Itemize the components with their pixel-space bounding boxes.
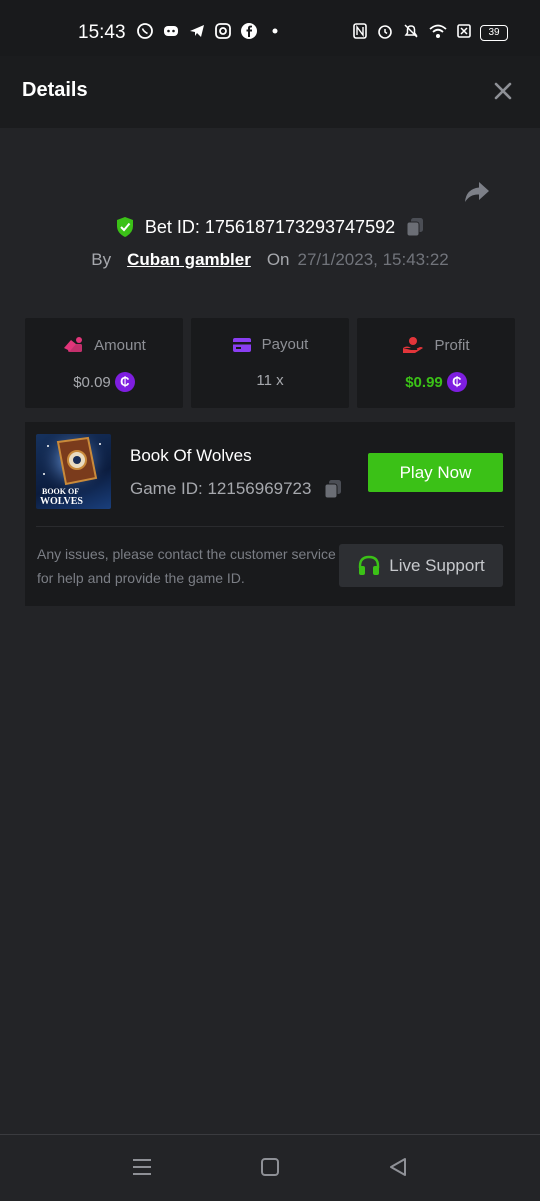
stat-value-profit: $0.99 <box>405 373 443 391</box>
dot-icon <box>266 22 284 40</box>
game-id-row: Game ID: 12156969723 <box>130 478 343 500</box>
nfc-icon <box>352 22 368 44</box>
status-time: 15:43 <box>78 22 126 43</box>
wifi-icon <box>428 22 448 44</box>
copy-bet-id-icon[interactable] <box>405 216 425 238</box>
game-id: Game ID: 12156969723 <box>130 479 312 498</box>
details-header: Details <box>0 56 540 128</box>
status-bar: 15:43 39 <box>0 0 540 56</box>
home-button[interactable] <box>258 1155 282 1179</box>
coin-icon: ₵ <box>114 372 135 392</box>
copy-game-id-icon[interactable] <box>323 478 343 500</box>
coin-icon: ₵ <box>446 372 467 392</box>
svg-text:WOLVES: WOLVES <box>40 496 83 507</box>
home-square-icon <box>261 1158 279 1176</box>
headset-icon <box>359 555 380 575</box>
share-button[interactable] <box>462 178 492 206</box>
system-nav-bar <box>0 1134 540 1201</box>
back-triangle-icon <box>390 1158 406 1176</box>
profit-icon <box>403 337 424 353</box>
close-icon <box>494 82 512 100</box>
bet-id: Bet ID: 1756187173293747592 <box>144 216 396 237</box>
bet-id-row: Bet ID: 1756187173293747592 <box>0 216 540 238</box>
back-button[interactable] <box>386 1155 410 1179</box>
stat-label-payout: Payout <box>261 336 309 353</box>
stat-value-payout: 11 x <box>256 372 284 389</box>
by-label: By <box>91 250 112 269</box>
recents-button[interactable] <box>130 1155 154 1179</box>
book-of-wolves-artwork: BOOK OF WOLVES <box>36 434 111 509</box>
status-app-icons <box>136 22 284 40</box>
stat-payout: Payout 11 x <box>191 318 349 408</box>
telegram-icon <box>188 22 206 40</box>
game-name: Book Of Wolves <box>130 446 252 465</box>
bet-author-row: By Cuban gambler On 27/1/2023, 15:43:22 <box>0 250 540 270</box>
battery-indicator: 39 <box>480 25 508 41</box>
bet-stats: Amount $0.09 ₵ Payout 11 x Profit $0.99 … <box>25 318 515 408</box>
user-link[interactable]: Cuban gambler <box>127 250 251 270</box>
verified-shield-icon <box>116 217 133 237</box>
amount-icon <box>64 337 83 352</box>
game-thumbnail[interactable]: BOOK OF WOLVES <box>36 434 111 509</box>
alarm-icon <box>376 22 394 44</box>
on-label: On <box>266 250 290 269</box>
stat-label-profit: Profit <box>434 336 470 354</box>
menu-lines-icon <box>133 1159 151 1175</box>
divider <box>36 526 504 527</box>
stat-label-amount: Amount <box>94 336 146 354</box>
bet-date: 27/1/2023, 15:43:22 <box>297 250 449 269</box>
svg-text:BOOK OF: BOOK OF <box>42 487 79 496</box>
mute-icon <box>402 22 420 44</box>
status-indicators: 39 <box>352 22 508 44</box>
share-icon <box>465 182 489 202</box>
close-button[interactable] <box>488 76 518 106</box>
live-support-label: Live Support <box>389 555 485 575</box>
support-help-text: Any issues, please contact the customer … <box>37 546 336 586</box>
game-panel: BOOK OF WOLVES Book Of Wolves Game ID: 1… <box>25 422 515 606</box>
whatsapp-icon <box>136 22 154 40</box>
sim-icon <box>456 22 472 44</box>
play-now-button[interactable]: Play Now <box>368 453 503 492</box>
live-support-button[interactable]: Live Support <box>339 544 503 587</box>
discord-icon <box>162 22 180 40</box>
stat-value-amount: $0.09 <box>73 373 111 391</box>
page-title: Details <box>22 79 88 101</box>
instagram-icon <box>214 22 232 40</box>
facebook-icon <box>240 22 258 40</box>
stat-amount: Amount $0.09 ₵ <box>25 318 183 408</box>
stat-profit: Profit $0.99 ₵ <box>357 318 515 408</box>
payout-card-icon <box>232 337 251 352</box>
